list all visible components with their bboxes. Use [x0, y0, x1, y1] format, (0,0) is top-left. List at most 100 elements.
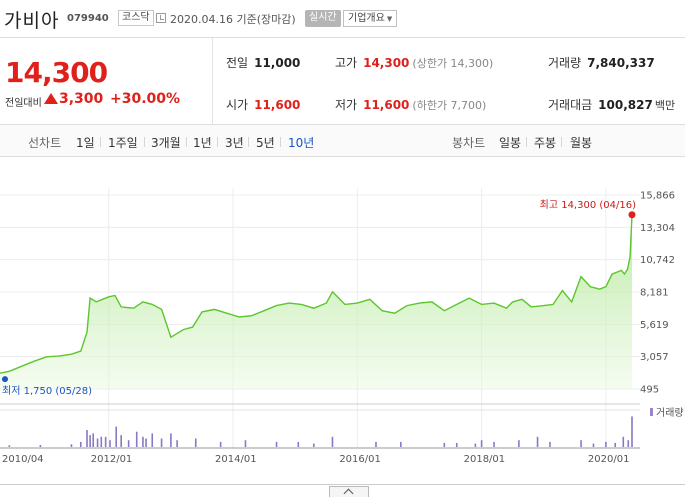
stat-prev-close: 전일 11,000 — [226, 54, 300, 71]
candle-daily[interactable]: 일봉 — [499, 134, 521, 151]
period-10year[interactable]: 10년 — [288, 134, 314, 151]
collapse-chart-button[interactable] — [329, 486, 369, 497]
separator — [217, 137, 218, 147]
volume-bar — [297, 441, 300, 447]
x-tick-label: 2016/01 — [339, 454, 381, 465]
volume-bar — [89, 435, 91, 447]
change-label: 전일대비 — [5, 98, 42, 109]
stat-sub: (하한가 7,700) — [412, 99, 487, 112]
separator — [186, 137, 187, 147]
stat-label: 거래대금 — [548, 98, 593, 112]
price-chart: 15,866 13,304 10,742 8,181 5,619 3,057 495 201… — [0, 188, 684, 465]
volume-bar — [580, 440, 582, 447]
volume-bar — [455, 442, 458, 447]
current-price: 14,300 — [5, 56, 108, 89]
volume-bar — [109, 440, 111, 447]
stat-value: 14,300 — [363, 56, 410, 70]
volume-bar — [142, 436, 144, 447]
stat-sub: (상한가 14,300) — [412, 57, 494, 70]
volume-bar — [536, 436, 539, 447]
volume-bar — [400, 441, 402, 447]
realtime-button[interactable]: 실시간 — [305, 10, 341, 27]
volume-bar — [313, 443, 315, 447]
stock-name: 가비아 — [4, 10, 60, 32]
x-tick-labels: 2010/04 2012/01 2014/01 2016/01 2018/01 2020/… — [2, 454, 629, 465]
stat-label: 저가 — [335, 98, 358, 112]
min-annotation: 최저 1,750 (05/28) — [2, 385, 92, 397]
period-1week[interactable]: 1주일 — [108, 134, 138, 151]
volume-bar — [96, 438, 99, 447]
separator — [280, 137, 281, 147]
volume-bar — [79, 441, 82, 447]
stat-value: 7,840,337 — [587, 56, 655, 70]
x-tick-label: 2010/04 — [2, 454, 44, 465]
volume-bar — [622, 436, 625, 447]
y-tick-label: 10,742 — [640, 255, 675, 266]
volume-bars — [8, 416, 633, 447]
volume-bar — [86, 430, 88, 447]
volume-bar — [145, 438, 147, 447]
volume-bar — [614, 442, 617, 447]
period-bar: 선차트 1일 1주일 3개월 1년 3년 5년 10년 봉차트 일봉 주봉 월봉 — [0, 125, 685, 157]
volume-bar — [375, 441, 377, 447]
stat-open: 시가 11,600 — [226, 96, 300, 113]
volume-bar — [631, 416, 633, 447]
candle-monthly[interactable]: 월봉 — [570, 134, 592, 151]
volume-bar — [194, 438, 197, 447]
stock-header: 가비아 079940 코스닥 2020.04.16 기준(장마감) 실시간 기업… — [0, 0, 685, 38]
stat-unit: 백만 — [654, 99, 676, 112]
separator — [561, 137, 562, 147]
candle-weekly[interactable]: 주봉 — [534, 134, 556, 151]
volume-bar — [549, 441, 551, 447]
volume-bar — [104, 436, 107, 447]
separator — [526, 137, 527, 147]
stock-code: 079940 — [67, 13, 109, 24]
stat-amount: 거래대금 100,827 백만 — [548, 96, 675, 113]
y-tick-label: 13,304 — [640, 223, 675, 234]
change-percent: +30.00% — [110, 91, 181, 107]
period-3year[interactable]: 3년 — [225, 134, 244, 151]
price-area-fill — [0, 214, 632, 389]
volume-bar — [176, 440, 178, 447]
candle-chart-title: 봉차트 — [452, 136, 486, 150]
period-1day[interactable]: 1일 — [76, 134, 95, 151]
y-tick-label: 3,057 — [640, 352, 669, 363]
volume-bar — [160, 438, 163, 447]
stat-value: 11,600 — [254, 98, 301, 112]
y-tick-label: 8,181 — [640, 288, 669, 299]
stat-value: 11,000 — [254, 56, 301, 70]
stat-high: 고가 14,300 (상한가 14,300) — [335, 54, 493, 71]
caret-down-icon: ▼ — [386, 15, 393, 23]
volume-bar — [151, 433, 154, 447]
stat-low: 저가 11,600 (하한가 7,700) — [335, 96, 486, 113]
period-3month[interactable]: 3개월 — [151, 134, 181, 151]
x-tick-label: 2018/01 — [464, 454, 506, 465]
base-date-text: 2020.04.16 기준(장마감) — [170, 13, 296, 26]
x-tick-label: 2020/01 — [588, 454, 630, 465]
volume-bar — [120, 435, 122, 447]
volume-bar — [39, 444, 42, 447]
volume-bar — [592, 443, 595, 447]
stat-label: 전일 — [226, 56, 249, 70]
stat-value: 100,827 — [598, 98, 653, 112]
volume-bar — [100, 436, 103, 447]
company-overview-dropdown[interactable]: 기업개요 ▼ — [343, 10, 398, 27]
max-point-marker — [628, 211, 636, 219]
volume-bar — [115, 426, 118, 447]
period-1year[interactable]: 1년 — [193, 134, 212, 151]
chevron-up-icon — [343, 488, 354, 497]
period-5year[interactable]: 5년 — [256, 134, 275, 151]
stat-volume: 거래량 7,840,337 — [548, 54, 655, 71]
x-tick-label: 2012/01 — [91, 454, 133, 465]
volume-bar — [8, 445, 11, 447]
volume-bar — [70, 444, 73, 447]
market-badge: 코스닥 — [118, 10, 154, 26]
volume-bar — [331, 436, 334, 447]
separator — [248, 137, 249, 147]
y-tick-label: 15,866 — [640, 191, 675, 202]
company-overview-label: 기업개요 — [348, 13, 385, 24]
volume-bar — [518, 440, 520, 447]
volume-bar — [135, 431, 138, 447]
clock-icon — [156, 13, 166, 23]
stat-value: 11,600 — [363, 98, 410, 112]
